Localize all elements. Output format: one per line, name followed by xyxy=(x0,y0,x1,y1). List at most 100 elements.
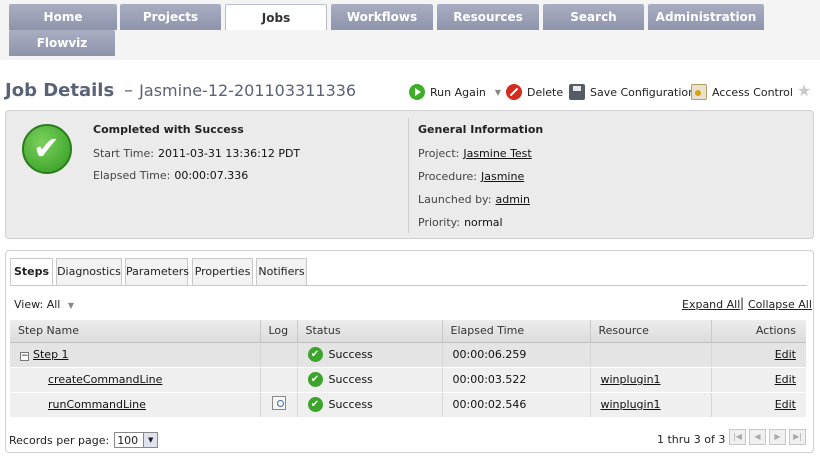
collapse-all-link[interactable]: Collapse All xyxy=(748,298,812,311)
collapse-icon[interactable]: − xyxy=(20,352,29,361)
summary-divider xyxy=(408,118,409,233)
step-name-link[interactable]: createCommandLine xyxy=(48,373,162,386)
access-control-icon xyxy=(691,84,707,100)
start-time: Start Time: 2011-03-31 13:36:12 PDT xyxy=(93,147,300,160)
start-time-value: 2011-03-31 13:36:12 PDT xyxy=(158,147,301,160)
status-text: Success xyxy=(328,398,373,411)
delete-button[interactable]: Delete xyxy=(506,84,563,100)
tab-notifiers[interactable]: Notifiers xyxy=(256,258,307,285)
status-cell: ✔ Success xyxy=(297,367,443,393)
status-text: Success xyxy=(328,373,373,386)
nav-tab-workflows[interactable]: Workflows xyxy=(331,4,433,30)
access-control-label: Access Control xyxy=(712,85,793,99)
edit-link[interactable]: Edit xyxy=(711,392,806,418)
save-configuration-button[interactable]: Save Configuration xyxy=(569,84,695,100)
launched-by-link[interactable]: admin xyxy=(495,193,529,206)
top-navigation: Home Projects Jobs Workflows Resources S… xyxy=(0,0,820,60)
step-name-link[interactable]: runCommandLine xyxy=(48,398,146,411)
nav-tab-home[interactable]: Home xyxy=(9,4,117,30)
project-info: Project: Jasmine Test xyxy=(418,147,532,160)
log-cell xyxy=(260,342,298,368)
table-row: − Step 1 ✔ Success 00:00:06.259 Edit xyxy=(10,342,806,368)
records-per-page: Records per page: 100 ▼ xyxy=(9,432,159,448)
tab-parameters[interactable]: Parameters xyxy=(125,258,189,285)
page-info: 1 thru 3 of 3 xyxy=(657,433,726,446)
link-separator: | xyxy=(740,296,745,310)
status-cell: ✔ Success xyxy=(297,342,443,368)
nav-tab-administration[interactable]: Administration xyxy=(648,4,764,30)
log-cell xyxy=(260,367,298,393)
view-label: View: xyxy=(14,298,44,311)
column-header-step-name[interactable]: Step Name xyxy=(10,320,261,343)
procedure-info: Procedure: Jasmine xyxy=(418,170,524,183)
step-name-cell: − Step 1 xyxy=(10,342,261,368)
last-page-icon[interactable]: ▶| xyxy=(789,429,806,445)
view-log-icon[interactable] xyxy=(271,396,286,410)
nav-tab-jobs[interactable]: Jobs xyxy=(225,4,327,30)
resource-link[interactable]: winplugin1 xyxy=(590,367,712,393)
page-title-text: Job Details xyxy=(5,80,115,101)
resource-link[interactable]: winplugin1 xyxy=(590,392,712,418)
chevron-down-icon[interactable]: ▼ xyxy=(495,88,501,97)
elapsed-time: Elapsed Time: 00:00:07.336 xyxy=(93,169,248,182)
status-cell: ✔ Success xyxy=(297,392,443,418)
expand-all-link[interactable]: Expand All xyxy=(682,298,740,311)
priority-value: normal xyxy=(464,216,503,229)
step-name-link[interactable]: Step 1 xyxy=(33,348,69,361)
edit-link[interactable]: Edit xyxy=(711,367,806,393)
elapsed-time-value: 00:00:07.336 xyxy=(174,169,249,182)
tab-properties[interactable]: Properties xyxy=(192,258,253,285)
tab-steps[interactable]: Steps xyxy=(10,258,53,286)
chevron-down-icon[interactable]: ▼ xyxy=(68,301,74,310)
elapsed-cell: 00:00:02.546 xyxy=(442,392,591,418)
nav-tab-search[interactable]: Search xyxy=(543,4,644,30)
column-header-resource[interactable]: Resource xyxy=(590,320,712,343)
step-name-cell: createCommandLine xyxy=(10,367,261,393)
start-time-label: Start Time: xyxy=(93,147,154,160)
access-control-button[interactable]: Access Control xyxy=(691,84,793,100)
first-page-icon[interactable]: |◀ xyxy=(729,429,746,445)
table-header-row: Step Name Log Status Elapsed Time Resour… xyxy=(10,320,806,343)
column-header-log[interactable]: Log xyxy=(260,320,298,343)
project-link[interactable]: Jasmine Test xyxy=(463,147,531,160)
nav-tab-resources[interactable]: Resources xyxy=(437,4,539,30)
elapsed-cell: 00:00:06.259 xyxy=(442,342,591,368)
column-header-status[interactable]: Status xyxy=(297,320,443,343)
elapsed-cell: 00:00:03.522 xyxy=(442,367,591,393)
success-icon: ✔ xyxy=(307,397,323,412)
title-dash: – xyxy=(124,80,134,101)
general-information-title: General Information xyxy=(418,123,544,136)
resource-cell xyxy=(590,342,712,368)
run-again-label: Run Again xyxy=(430,85,486,99)
priority-info: Priority: normal xyxy=(418,216,503,229)
procedure-link[interactable]: Jasmine xyxy=(481,170,524,183)
status-text: Success xyxy=(328,348,373,361)
page-title: Job Details – Jasmine-12-201103311336 xyxy=(5,80,356,101)
tab-divider xyxy=(10,285,807,286)
log-cell xyxy=(260,392,298,418)
column-header-elapsed-time[interactable]: Elapsed Time xyxy=(442,320,591,343)
records-per-page-value: 100 xyxy=(117,433,139,447)
save-configuration-label: Save Configuration xyxy=(590,85,696,99)
steps-table: Step Name Log Status Elapsed Time Resour… xyxy=(10,320,806,418)
view-filter[interactable]: View: All ▼ xyxy=(14,298,74,311)
procedure-label: Procedure: xyxy=(418,170,477,183)
previous-page-icon[interactable]: ◀ xyxy=(749,429,766,445)
play-icon xyxy=(409,84,425,100)
delete-label: Delete xyxy=(527,85,564,99)
save-icon xyxy=(569,84,585,100)
records-per-page-select[interactable]: 100 ▼ xyxy=(114,432,159,448)
edit-link[interactable]: Edit xyxy=(711,342,806,368)
nav-tab-projects[interactable]: Projects xyxy=(120,4,221,30)
favorite-star-icon[interactable]: ★ xyxy=(797,81,811,100)
success-check-icon xyxy=(22,124,72,174)
run-again-button[interactable]: Run Again ▼ xyxy=(409,84,501,100)
next-page-icon[interactable]: ▶ xyxy=(769,429,786,445)
delete-icon xyxy=(506,84,522,100)
step-name-cell: runCommandLine xyxy=(10,392,261,418)
view-value[interactable]: All xyxy=(47,298,61,311)
nav-tab-flowviz[interactable]: Flowviz xyxy=(9,30,115,56)
tab-diagnostics[interactable]: Diagnostics xyxy=(56,258,122,285)
success-icon: ✔ xyxy=(307,372,323,387)
priority-label: Priority: xyxy=(418,216,461,229)
